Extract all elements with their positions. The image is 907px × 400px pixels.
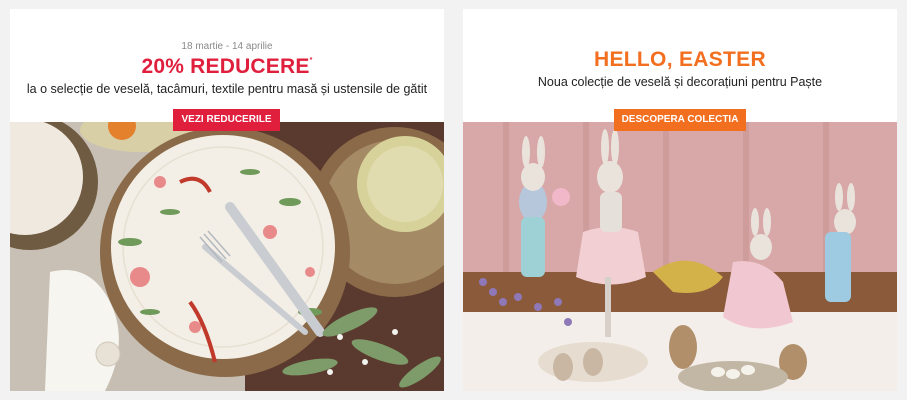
promo-banner-tableware[interactable]: 18 martie - 14 aprilie 20% REDUCERE* la … [10,9,444,391]
banner-header: HELLO, EASTER Noua colecție de veselă și… [463,9,897,122]
promo-headline-text: 20% REDUCERE [141,55,310,78]
easter-photo[interactable] [463,122,897,391]
easter-headline: HELLO, EASTER [594,48,766,71]
promo-footnote-mark: * [309,57,313,64]
tableware-photo[interactable] [10,122,444,391]
promo-date-range: 18 martie - 14 aprilie [181,41,273,52]
view-discounts-button[interactable]: VEZI REDUCERILE [173,109,280,131]
promo-banner-easter[interactable]: HELLO, EASTER Noua colecție de veselă și… [463,9,897,391]
discover-collection-button[interactable]: DESCOPERA COLECTIA [614,109,746,131]
banner-header: 18 martie - 14 aprilie 20% REDUCERE* la … [10,9,444,122]
promo-headline: 20% REDUCERE* [10,55,444,79]
promo-subtitle: la o selecție de veselă, tacâmuri, texti… [26,82,428,96]
easter-subtitle: Noua colecție de veselă și decorațiuni p… [537,75,823,89]
